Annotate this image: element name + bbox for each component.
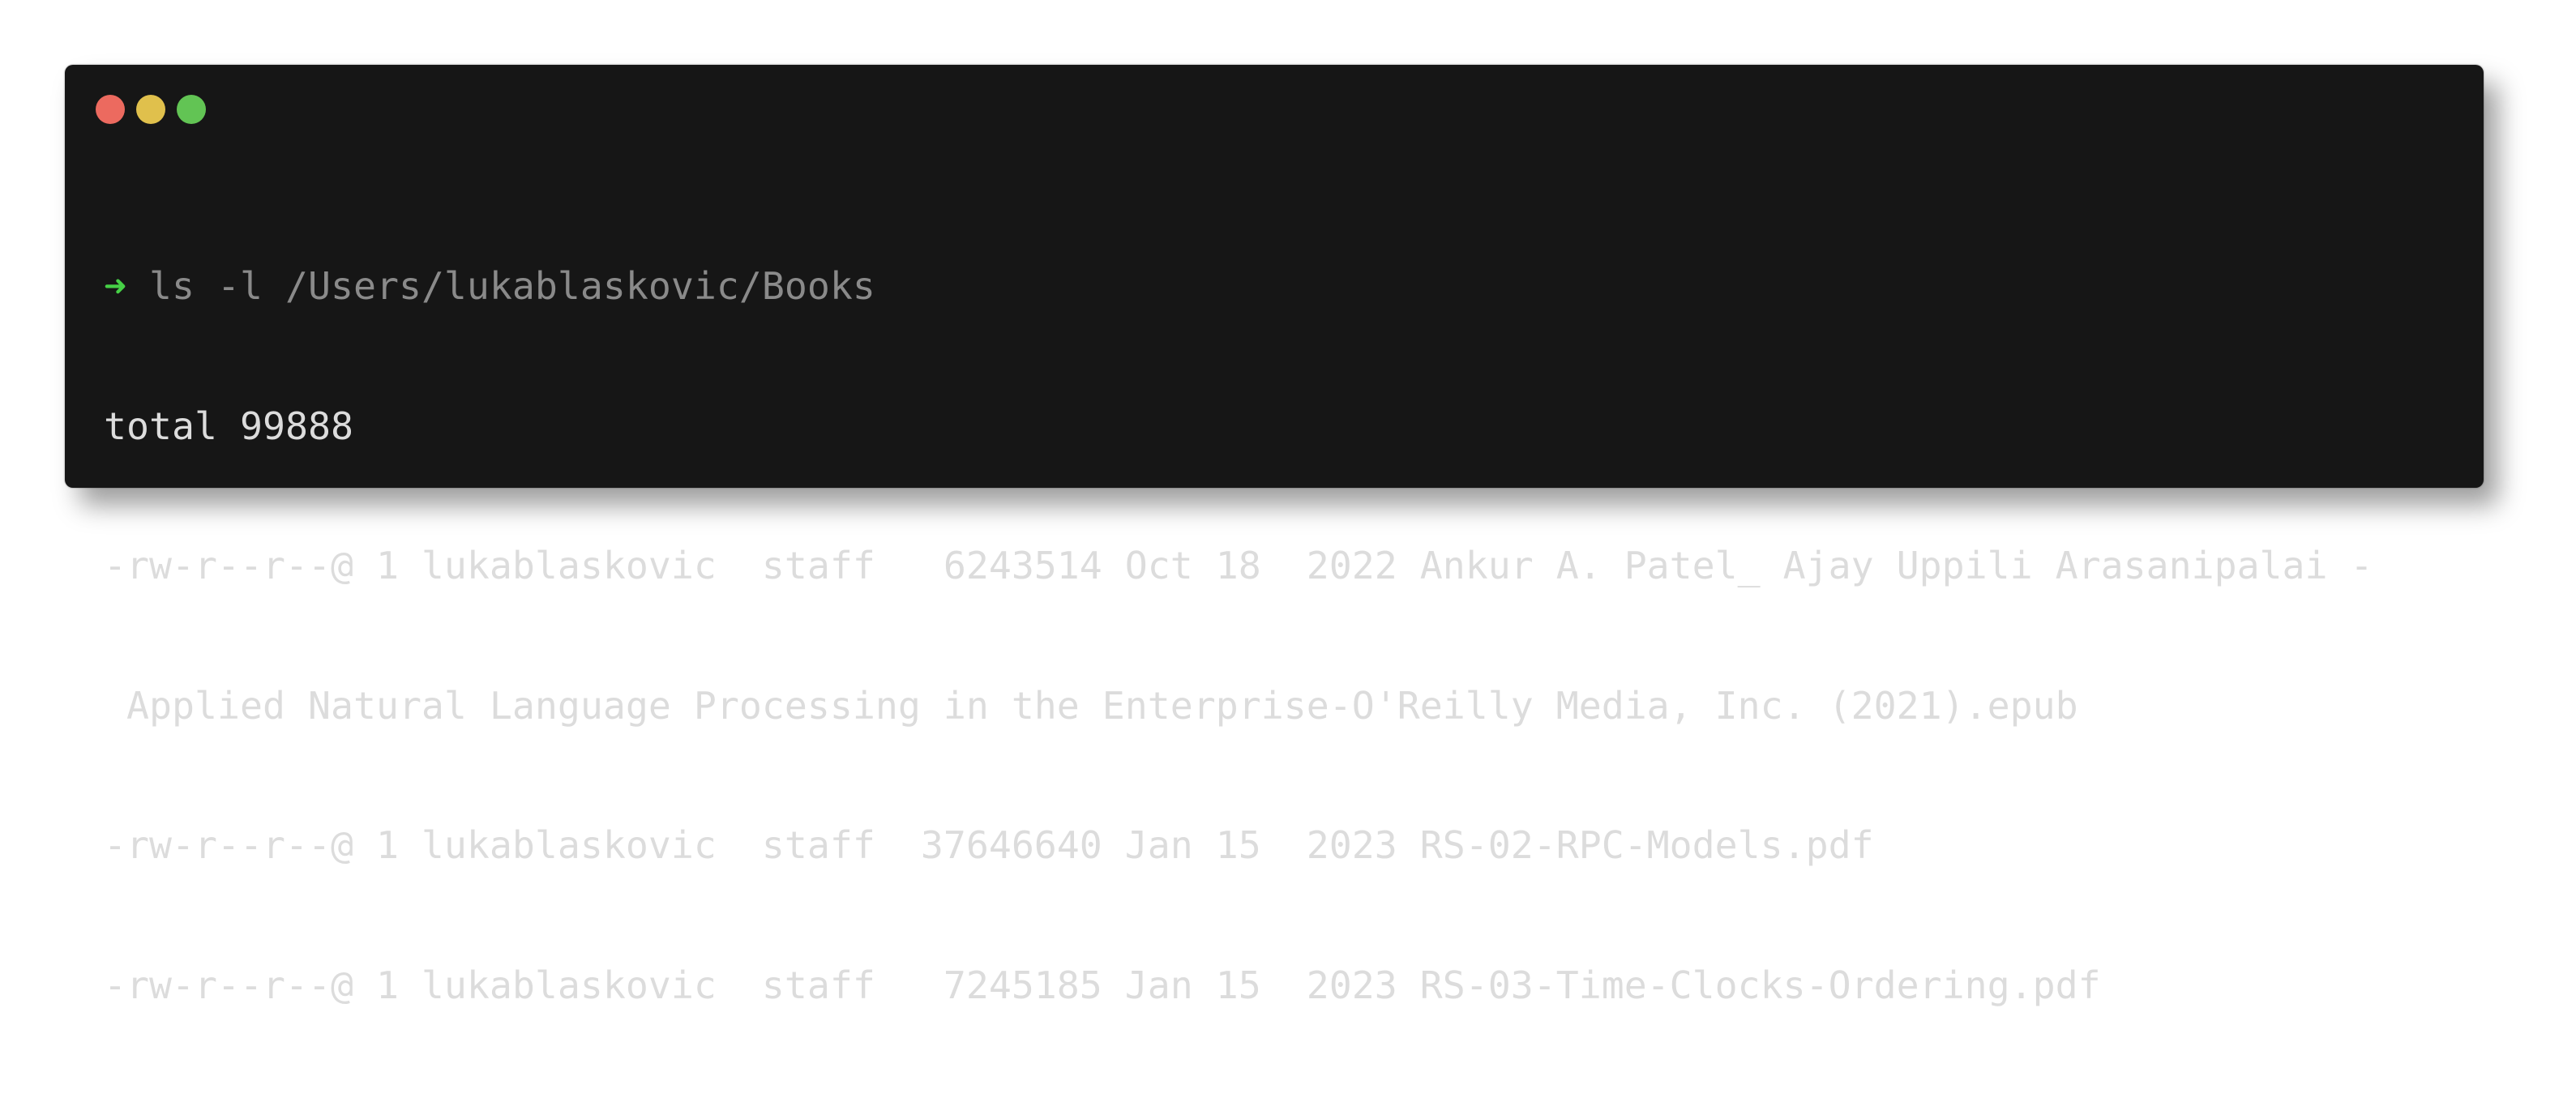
output-line-file-3: -rw-r--r--@ 1 lukablaskovic staff 724518… — [104, 963, 2101, 1007]
output-line-file-1: -rw-r--r--@ 1 lukablaskovic staff 624351… — [104, 544, 2373, 587]
command-line: ➜ ls -l /Users/lukablaskovic/Books — [104, 263, 2451, 310]
minimize-button[interactable] — [136, 95, 165, 124]
terminal-window: ➜ ls -l /Users/lukablaskovic/Books total… — [65, 65, 2484, 1007]
window-controls — [96, 95, 206, 124]
output-line-file-1-wrap: Applied Natural Language Processing in t… — [104, 683, 2078, 728]
zoom-button[interactable] — [177, 95, 206, 124]
close-button[interactable] — [96, 95, 125, 124]
prompt-arrow-icon: ➜ — [104, 264, 126, 308]
output-line-file-2: -rw-r--r--@ 1 lukablaskovic staff 376466… — [104, 823, 1874, 867]
output-line-total: total 99888 — [104, 404, 353, 448]
terminal-output[interactable]: ➜ ls -l /Users/lukablaskovic/Books total… — [104, 170, 2451, 1102]
command-text: ls -l /Users/lukablaskovic/Books — [126, 264, 875, 308]
